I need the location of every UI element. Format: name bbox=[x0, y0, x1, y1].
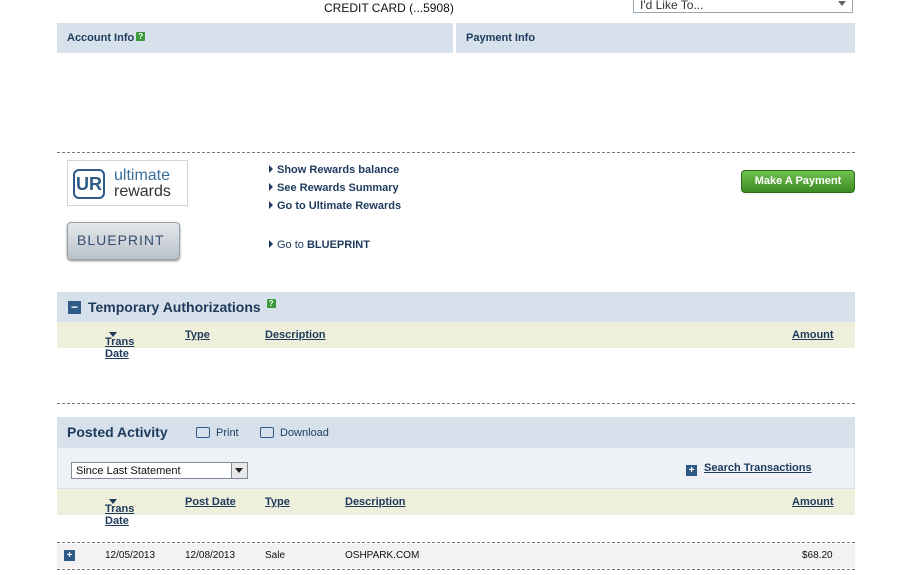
ur-logo-word2: rewards bbox=[114, 183, 171, 200]
id-like-to-value: I'd Like To... bbox=[640, 0, 704, 12]
trans-date-column[interactable]: Trans Date bbox=[105, 329, 134, 360]
see-rewards-summary-label: See Rewards Summary bbox=[277, 182, 399, 194]
id-like-to-select[interactable]: I'd Like To... bbox=[633, 0, 853, 13]
print-link[interactable]: Print bbox=[196, 427, 239, 439]
arrow-right-icon bbox=[269, 201, 273, 209]
show-rewards-balance-link[interactable]: Show Rewards balance bbox=[269, 164, 399, 176]
posted-activity-header: Posted Activity Print Download bbox=[57, 417, 855, 447]
tab-account-info[interactable]: Account Info? bbox=[57, 23, 453, 53]
amount-cell: $68.20 bbox=[802, 550, 833, 561]
dropdown-button[interactable] bbox=[231, 463, 247, 478]
print-label: Print bbox=[216, 427, 239, 439]
statement-period-value: Since Last Statement bbox=[76, 465, 181, 477]
show-rewards-balance-label: Show Rewards balance bbox=[277, 164, 400, 176]
download-link[interactable]: Download bbox=[260, 427, 329, 439]
amount-column[interactable]: Amount bbox=[792, 496, 834, 508]
divider bbox=[57, 542, 855, 543]
temporary-authorizations-header: − Temporary Authorizations ? bbox=[57, 292, 855, 322]
description-cell: OSHPARK.COM bbox=[345, 550, 420, 561]
ur-logo-mark: UR bbox=[73, 169, 105, 199]
go-to-blueprint-name: BLUEPRINT bbox=[306, 239, 370, 251]
trans-date-column[interactable]: Trans Date bbox=[105, 496, 134, 527]
type-cell: Sale bbox=[265, 550, 286, 561]
temporary-authorizations-title: Temporary Authorizations bbox=[88, 299, 261, 315]
divider bbox=[57, 152, 855, 153]
divider bbox=[57, 569, 855, 570]
tab-account-info-label: Account Info bbox=[67, 32, 135, 44]
posted-activity-title: Posted Activity bbox=[67, 424, 168, 440]
ultimate-rewards-logo[interactable]: UR ultimate rewards bbox=[67, 160, 188, 206]
table-row[interactable]: + 12/05/2013 12/08/2013 Sale OSHPARK.COM… bbox=[57, 544, 855, 568]
chevron-down-icon bbox=[838, 1, 846, 6]
see-rewards-summary-link[interactable]: See Rewards Summary bbox=[269, 182, 399, 194]
bank-logo: freedom bbox=[56, 0, 156, 8]
posted-activity-filter-bar: Since Last Statement + Search Transaction… bbox=[57, 447, 855, 489]
arrow-right-icon bbox=[269, 183, 273, 191]
help-icon[interactable]: ? bbox=[266, 299, 276, 308]
go-to-ultimate-rewards-label: Go to Ultimate Rewards bbox=[277, 200, 402, 212]
chevron-down-icon bbox=[235, 468, 243, 473]
post-date-column[interactable]: Post Date bbox=[185, 496, 236, 508]
arrow-right-icon bbox=[269, 165, 273, 173]
download-label: Download bbox=[280, 427, 329, 439]
go-to-blueprint-link[interactable]: Go to BLUEPRINT bbox=[269, 239, 370, 251]
tab-payment-info[interactable]: Payment Info bbox=[456, 23, 855, 53]
trans-date-label: Trans Date bbox=[105, 503, 135, 527]
arrow-right-icon bbox=[269, 240, 273, 248]
posted-column-headers: Trans Date Post Date Type Description Am… bbox=[57, 489, 855, 527]
go-to-blueprint-prefix: Go to bbox=[277, 239, 304, 251]
type-column[interactable]: Type bbox=[185, 329, 210, 341]
make-a-payment-button[interactable]: Make A Payment bbox=[741, 170, 855, 193]
blueprint-logo-text: BLUEPRINT bbox=[77, 232, 165, 248]
collapse-icon[interactable]: − bbox=[68, 301, 81, 314]
divider bbox=[57, 403, 855, 404]
blueprint-logo[interactable]: BLUEPRINT bbox=[67, 222, 180, 260]
description-column[interactable]: Description bbox=[265, 329, 326, 341]
card-title: CREDIT CARD (...5908) bbox=[324, 1, 454, 15]
trans-date-cell: 12/05/2013 bbox=[105, 550, 156, 561]
download-icon bbox=[260, 427, 274, 438]
amount-column[interactable]: Amount bbox=[792, 329, 834, 341]
print-icon bbox=[196, 427, 210, 438]
type-column[interactable]: Type bbox=[265, 496, 290, 508]
statement-period-select[interactable]: Since Last Statement bbox=[71, 462, 248, 479]
help-icon[interactable]: ? bbox=[136, 32, 146, 41]
search-transactions-label: Search Transactions bbox=[704, 462, 812, 474]
temp-auth-column-headers: Trans Date Type Description Amount bbox=[57, 322, 855, 360]
plus-icon: + bbox=[686, 465, 697, 476]
go-to-ultimate-rewards-link[interactable]: Go to Ultimate Rewards bbox=[269, 200, 401, 212]
tab-payment-info-label: Payment Info bbox=[466, 32, 536, 44]
search-transactions-link[interactable]: + Search Transactions bbox=[686, 462, 812, 476]
expand-icon[interactable]: + bbox=[64, 550, 75, 561]
description-column[interactable]: Description bbox=[345, 496, 406, 508]
post-date-cell: 12/08/2013 bbox=[185, 550, 236, 561]
trans-date-label: Trans Date bbox=[105, 336, 135, 360]
